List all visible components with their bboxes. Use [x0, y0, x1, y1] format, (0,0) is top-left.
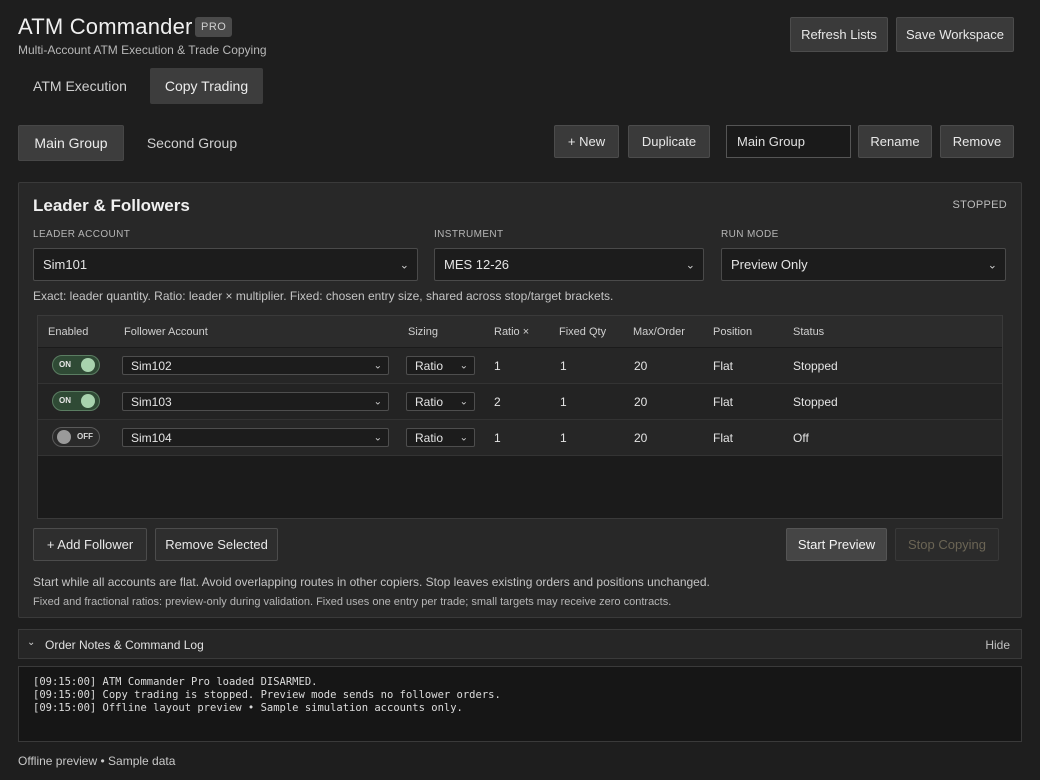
chevron-down-icon: ⌄	[373, 432, 382, 443]
refresh-lists-button[interactable]: Refresh Lists	[790, 17, 888, 52]
instrument-label: INSTRUMENT	[434, 229, 504, 240]
toggle-state-label: OFF	[77, 432, 93, 441]
status-cell: Off	[793, 431, 809, 445]
column-enabled: Enabled	[48, 326, 89, 338]
footer-status: Offline preview • Sample data	[18, 754, 176, 768]
sizing-value: Ratio	[415, 358, 444, 373]
column-fixed-qty: Fixed Qty	[559, 326, 607, 338]
ratio-cell[interactable]: 2	[494, 395, 501, 409]
status-cell: Stopped	[793, 359, 838, 373]
sizing-value: Ratio	[415, 394, 444, 409]
follower-account-select[interactable]: Sim104 ⌄	[122, 428, 389, 447]
instrument-select[interactable]: MES 12-26 ⌄	[434, 248, 704, 281]
run-mode-value: Preview Only	[731, 257, 808, 272]
group-tab-main[interactable]: Main Group	[18, 125, 124, 161]
enabled-toggle[interactable]: ON	[52, 391, 100, 411]
position-cell: Flat	[713, 395, 734, 409]
instrument-value: MES 12-26	[444, 257, 510, 272]
app-subtitle: Multi-Account ATM Execution & Trade Copy…	[18, 43, 267, 57]
duplicate-group-button[interactable]: Duplicate	[628, 125, 710, 158]
leader-account-value: Sim101	[43, 257, 88, 272]
follower-account-select[interactable]: Sim103 ⌄	[122, 392, 389, 411]
log-section-title[interactable]: Order Notes & Command Log	[45, 638, 204, 652]
chevron-down-icon: ⌄	[987, 259, 997, 271]
enabled-toggle[interactable]: OFF	[52, 427, 100, 447]
max-order-cell[interactable]: 20	[634, 359, 647, 373]
toggle-knob	[81, 358, 95, 372]
fixed-qty-cell[interactable]: 1	[560, 359, 567, 373]
tab-atm-execution[interactable]: ATM Execution	[18, 68, 142, 104]
tab-copy-trading[interactable]: Copy Trading	[150, 68, 263, 104]
log-line: [09:15:00] Offline layout preview • Samp…	[33, 702, 463, 714]
column-max-order: Max/Order	[633, 326, 685, 338]
column-status: Status	[793, 326, 825, 338]
safety-note: Start while all accounts are flat. Avoid…	[33, 575, 710, 589]
group-name-input[interactable]: Main Group	[726, 125, 851, 158]
follower-account-value: Sim103	[131, 394, 172, 409]
run-mode-select[interactable]: Preview Only ⌄	[721, 248, 1006, 281]
chevron-down-icon: ⌄	[685, 259, 695, 271]
toggle-knob	[81, 394, 95, 408]
position-cell: Flat	[713, 431, 734, 445]
toggle-state-label: ON	[59, 396, 71, 405]
follower-account-select[interactable]: Sim102 ⌄	[122, 356, 389, 375]
sizing-select[interactable]: Ratio ⌄	[406, 356, 475, 375]
pro-badge: PRO	[195, 17, 233, 37]
toggle-state-label: ON	[59, 360, 71, 369]
stop-copying-button[interactable]: Stop Copying	[895, 528, 999, 561]
app-title: ATM Commander	[18, 14, 193, 39]
add-follower-button[interactable]: + Add Follower	[33, 528, 147, 561]
follower-account-value: Sim102	[131, 358, 172, 373]
panel-title: Leader & Followers	[33, 196, 190, 215]
fixed-qty-cell[interactable]: 1	[560, 431, 567, 445]
log-line: [09:15:00] Copy trading is stopped. Prev…	[33, 689, 501, 701]
max-order-cell[interactable]: 20	[634, 431, 647, 445]
ratio-cell[interactable]: 1	[494, 359, 501, 373]
run-mode-label: RUN MODE	[721, 229, 779, 240]
leader-account-select[interactable]: Sim101 ⌄	[33, 248, 418, 281]
column-position: Position	[713, 326, 753, 338]
status-cell: Stopped	[793, 395, 838, 409]
new-group-button[interactable]: + New	[554, 125, 619, 158]
toggle-knob	[57, 430, 71, 444]
sizing-hint: Exact: leader quantity. Ratio: leader × …	[33, 289, 614, 303]
fixed-qty-cell[interactable]: 1	[560, 395, 567, 409]
chevron-down-icon: ⌄	[459, 432, 468, 443]
copy-state-label: STOPPED	[952, 199, 1007, 211]
remove-selected-button[interactable]: Remove Selected	[155, 528, 278, 561]
chevron-down-icon: ⌄	[459, 396, 468, 407]
rename-group-button[interactable]: Rename	[858, 125, 932, 158]
sizing-select[interactable]: Ratio ⌄	[406, 392, 475, 411]
chevron-down-icon[interactable]: ⌄	[27, 637, 35, 648]
chevron-down-icon: ⌄	[373, 396, 382, 407]
chevron-down-icon: ⌄	[459, 360, 468, 371]
leader-account-label: LEADER ACCOUNT	[33, 229, 131, 240]
group-tab-second[interactable]: Second Group	[132, 125, 252, 161]
chevron-down-icon: ⌄	[399, 259, 409, 271]
save-workspace-button[interactable]: Save Workspace	[896, 17, 1014, 52]
column-ratio: Ratio ×	[494, 326, 530, 338]
chevron-down-icon: ⌄	[373, 360, 382, 371]
enabled-toggle[interactable]: ON	[52, 355, 100, 375]
start-preview-button[interactable]: Start Preview	[786, 528, 887, 561]
column-follower-account: Follower Account	[124, 326, 208, 338]
follower-account-value: Sim104	[131, 430, 172, 445]
validation-note: Fixed and fractional ratios: preview-onl…	[33, 596, 672, 608]
position-cell: Flat	[713, 359, 734, 373]
max-order-cell[interactable]: 20	[634, 395, 647, 409]
sizing-value: Ratio	[415, 430, 444, 445]
log-line: [09:15:00] ATM Commander Pro loaded DISA…	[33, 676, 318, 688]
hide-log-button[interactable]: Hide	[985, 638, 1010, 652]
sizing-select[interactable]: Ratio ⌄	[406, 428, 475, 447]
remove-group-button[interactable]: Remove	[940, 125, 1014, 158]
column-sizing: Sizing	[408, 326, 438, 338]
ratio-cell[interactable]: 1	[494, 431, 501, 445]
command-log: [09:15:00] ATM Commander Pro loaded DISA…	[18, 666, 1022, 742]
